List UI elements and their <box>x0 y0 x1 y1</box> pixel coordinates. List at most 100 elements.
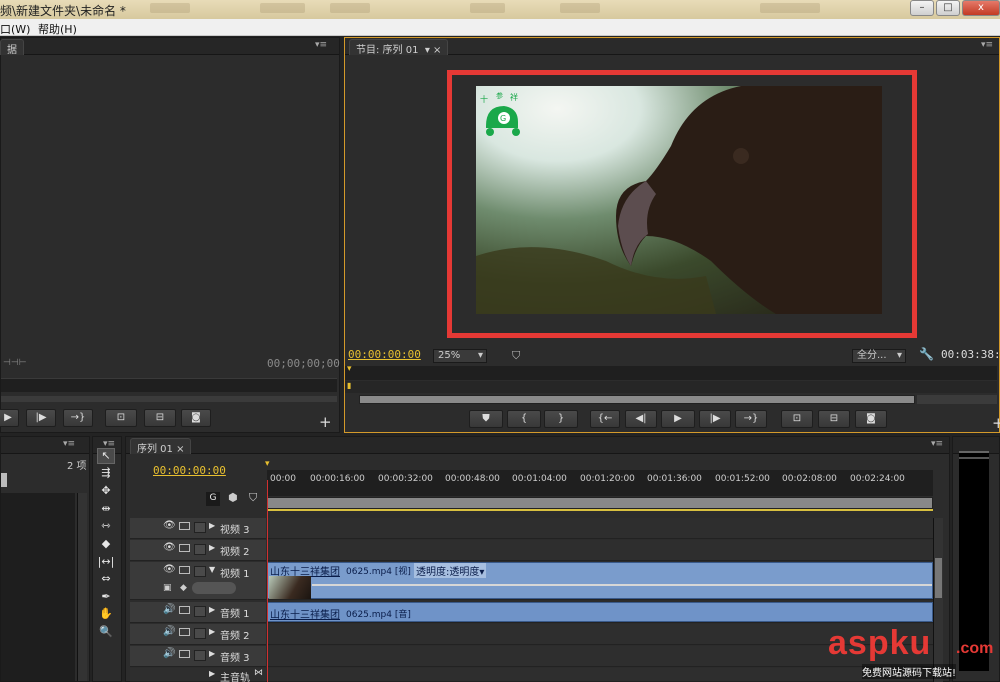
sync-lock-icon[interactable] <box>179 566 190 574</box>
keyframe-controls[interactable] <box>192 582 236 594</box>
rolling-edit-tool-icon[interactable]: ⇹ <box>97 502 115 518</box>
track-lock-toggle[interactable] <box>194 544 206 555</box>
menu-window[interactable]: 口(W) <box>0 21 30 37</box>
sync-lock-icon[interactable] <box>179 522 190 530</box>
step-back-button[interactable]: ◀| <box>625 410 657 428</box>
export-frame-button[interactable]: ◙ <box>855 410 887 428</box>
audio-clip[interactable]: 山东十三祥集团 0625.mp4 [音] <box>267 602 933 622</box>
pen-tool-icon[interactable]: ✒ <box>97 590 115 606</box>
eye-icon[interactable]: 👁 <box>163 564 176 575</box>
track-video2[interactable] <box>267 540 933 561</box>
collapse-arrow-icon[interactable]: ▼ <box>209 565 215 574</box>
project-scrollbar[interactable] <box>77 493 87 681</box>
panel-menu-icon[interactable]: ▾≡ <box>981 40 993 50</box>
track-header-audio3[interactable]: 🔊 ▶ 音频 3 <box>130 646 266 667</box>
speaker-icon[interactable]: 🔊 <box>163 648 175 659</box>
source-zoom-bar[interactable] <box>1 396 337 402</box>
speaker-icon[interactable]: 🔊 <box>163 604 175 615</box>
source-overwrite-button[interactable]: ⊟ <box>144 409 176 427</box>
add-marker-button[interactable]: ⛊ <box>469 410 503 428</box>
scroll-thumb[interactable] <box>935 558 942 598</box>
selection-tool-icon[interactable]: ↖ <box>97 448 115 464</box>
quality-dropdown[interactable]: 全分... ▾ <box>852 349 906 363</box>
maximize-button[interactable]: □ <box>936 0 960 16</box>
marker-icon[interactable]: ⛉ <box>512 349 520 363</box>
panel-menu-icon[interactable]: ▾≡ <box>931 439 943 449</box>
track-select-tool-icon[interactable]: ⇶ <box>97 466 115 482</box>
program-time-ruler[interactable]: ▾ <box>345 364 997 380</box>
track-header-video1[interactable]: 👁 ▼ 视频 1 ▣ ◆ <box>130 562 266 600</box>
sync-lock-icon[interactable] <box>179 650 190 658</box>
sync-lock-icon[interactable] <box>179 606 190 614</box>
program-tab[interactable]: 节目: 序列 01 ▾ × <box>349 39 449 56</box>
zoom-dropdown[interactable]: 25% ▾ <box>433 349 487 363</box>
go-to-out-button[interactable]: →} <box>735 410 767 428</box>
track-header-video2[interactable]: 👁 ▶ 视频 2 <box>130 540 266 561</box>
expand-arrow-icon[interactable]: ▶ <box>209 605 215 614</box>
panel-menu-icon[interactable]: ▾≡ <box>63 439 75 449</box>
hand-tool-icon[interactable]: ✋ <box>97 607 115 623</box>
eye-icon[interactable]: 👁 <box>163 520 176 531</box>
razor-tool-icon[interactable]: ◆ <box>97 537 115 553</box>
tab-close-icon[interactable]: × <box>176 444 184 455</box>
zoom-tool-icon[interactable]: 🔍 <box>97 625 115 641</box>
project-list[interactable] <box>1 493 75 681</box>
keyframe-display-icon[interactable]: ▣ <box>163 583 172 593</box>
sync-lock-icon[interactable] <box>179 628 190 636</box>
source-step-forward-button[interactable]: |▶ <box>26 409 56 427</box>
track-header-audio1[interactable]: 🔊 ▶ 音频 1 <box>130 602 266 623</box>
timeline-timecode[interactable]: 00:00:00:00 <box>153 464 226 477</box>
track-header-audio2[interactable]: 🔊 ▶ 音频 2 <box>130 624 266 645</box>
track-lock-toggle[interactable] <box>194 650 206 661</box>
track-header-video3[interactable]: 👁 ▶ 视频 3 <box>130 518 266 539</box>
timeline-ruler[interactable]: 00:00 00:00:16:00 00:00:32:00 00:00:48:0… <box>267 470 933 496</box>
play-button[interactable]: ▶ <box>661 410 695 428</box>
playhead-icon[interactable]: ▾ <box>347 364 352 374</box>
program-current-timecode[interactable]: 00:00:00:00 <box>348 348 421 361</box>
track-lock-toggle[interactable] <box>194 566 206 577</box>
slide-tool-icon[interactable]: ⇔ <box>97 572 115 588</box>
panel-menu-icon[interactable]: ▾≡ <box>315 40 327 50</box>
playhead-line[interactable] <box>267 480 268 682</box>
marker-icon[interactable]: ⛉ <box>249 491 257 505</box>
source-export-frame-button[interactable]: ◙ <box>181 409 211 427</box>
source-go-out-button[interactable]: →} <box>63 409 93 427</box>
track-lock-toggle[interactable] <box>194 522 206 533</box>
track-video3[interactable] <box>267 518 933 539</box>
sequence-tab[interactable]: 序列 01 × <box>130 438 192 455</box>
lift-button[interactable]: ⊡ <box>781 410 813 428</box>
expand-arrow-icon[interactable]: ▶ <box>209 649 215 658</box>
source-step-back-button[interactable]: ▶ <box>0 409 19 427</box>
track-lock-toggle[interactable] <box>194 628 206 639</box>
snap-icon[interactable]: G <box>206 492 220 506</box>
minimize-button[interactable]: – <box>910 0 934 16</box>
opacity-line[interactable] <box>312 584 932 586</box>
expand-arrow-icon[interactable]: ▶ <box>209 627 215 636</box>
rate-stretch-tool-icon[interactable]: ⇿ <box>97 519 115 535</box>
slip-tool-icon[interactable]: |↔| <box>97 555 115 571</box>
track-audio1[interactable]: 山东十三祥集团 0625.mp4 [音] <box>267 602 933 623</box>
program-zoom-scrollbar[interactable] <box>359 395 915 404</box>
ripple-edit-tool-icon[interactable]: ✥ <box>97 484 115 500</box>
extract-button[interactable]: ⊟ <box>818 410 850 428</box>
playhead-icon[interactable]: ▾ <box>265 459 270 469</box>
close-button[interactable]: x <box>962 0 1000 16</box>
expand-arrow-icon[interactable]: ▶ <box>209 521 215 530</box>
track-header-master[interactable]: ▶ 主音轨 ⋈ <box>130 668 266 682</box>
source-insert-button[interactable]: ⊡ <box>105 409 137 427</box>
wrench-icon[interactable]: 🔧 <box>919 347 934 361</box>
step-forward-button[interactable]: |▶ <box>699 410 731 428</box>
expand-arrow-icon[interactable]: ▶ <box>209 543 215 552</box>
go-to-in-button[interactable]: {← <box>590 410 620 428</box>
video-clip[interactable]: 山东十三祥集团 0625.mp4 [视] 透明度:透明度▾ <box>267 562 933 599</box>
menu-help[interactable]: 帮助(H) <box>38 21 77 37</box>
mark-out-button[interactable]: } <box>544 410 578 428</box>
expand-arrow-icon[interactable]: ▶ <box>209 669 215 678</box>
keyframe-nav-icon[interactable]: ◆ <box>180 583 187 593</box>
track-lock-toggle[interactable] <box>194 606 206 617</box>
tab-menu-chevron-icon[interactable]: ▾ × <box>422 45 442 56</box>
add-button-icon[interactable]: + <box>992 414 1000 432</box>
mark-in-button[interactable]: { <box>507 410 541 428</box>
track-video1[interactable]: 山东十三祥集团 0625.mp4 [视] 透明度:透明度▾ <box>267 562 933 600</box>
work-area-bar[interactable] <box>267 497 933 509</box>
